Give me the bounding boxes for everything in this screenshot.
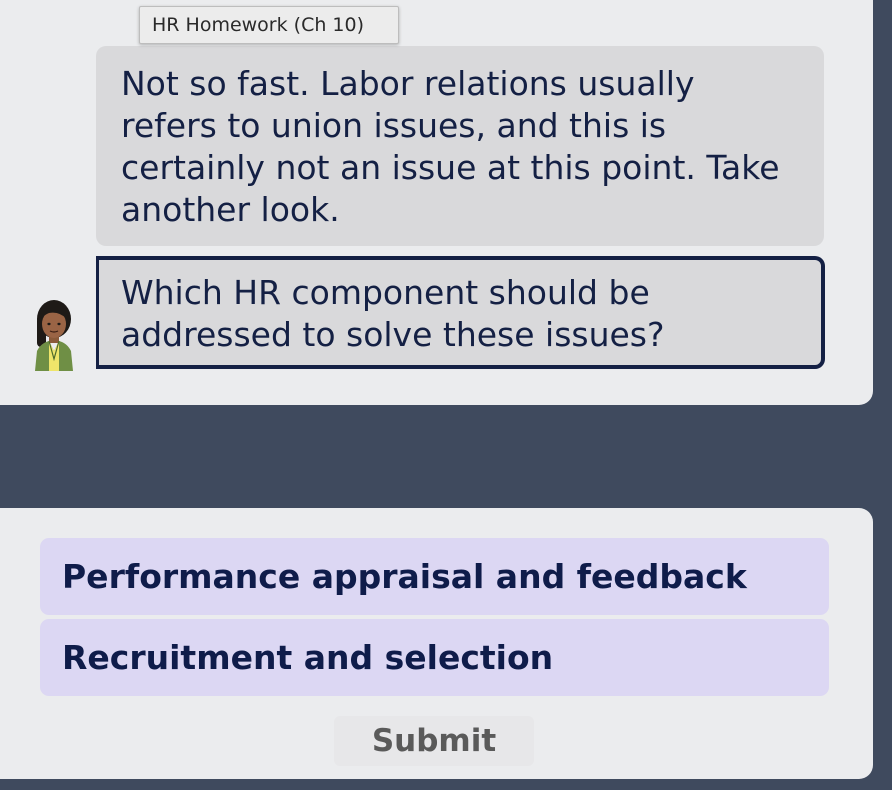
answer-panel: Performance appraisal and feedback Recru…: [0, 508, 873, 779]
answer-option-performance-appraisal[interactable]: Performance appraisal and feedback: [40, 538, 829, 615]
submit-button[interactable]: Submit: [334, 716, 534, 766]
answer-option-recruitment[interactable]: Recruitment and selection: [40, 619, 829, 696]
feedback-message: Not so fast. Labor relations usually ref…: [96, 46, 824, 246]
question-message: Which HR component should be addressed t…: [96, 256, 825, 369]
tooltip: HR Homework (Ch 10): [139, 6, 399, 44]
advisor-avatar-icon: [35, 300, 73, 371]
chat-panel: Not so fast. Labor relations usually ref…: [0, 0, 873, 405]
